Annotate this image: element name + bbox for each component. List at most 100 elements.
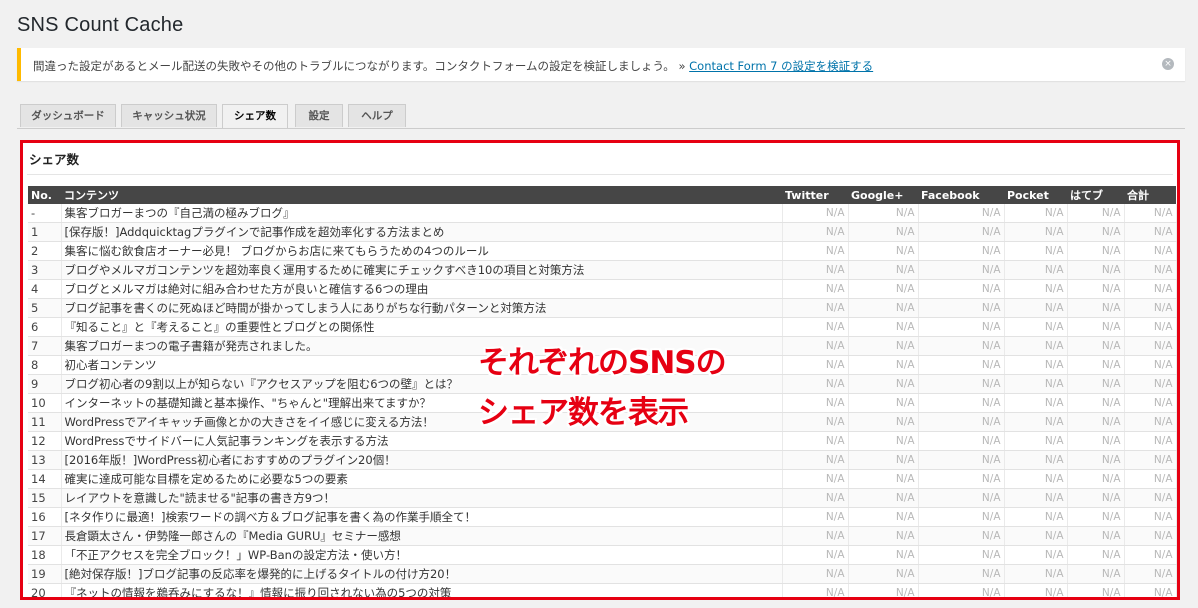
cell-twitter: N/A xyxy=(782,241,849,261)
row-content-title: レイアウトを意識した"読ませる"記事の書き方9つ！ xyxy=(61,488,783,508)
cell-pocket: N/A xyxy=(1004,279,1068,299)
notice-text: 間違った設定があるとメール配送の失敗やその他のトラブルにつながります。コンタクト… xyxy=(33,58,873,74)
row-content-title: ブログとメルマガは絶対に組み合わせた方が良いと確信する6つの理由 xyxy=(61,279,783,299)
cell-pocket: N/A xyxy=(1004,412,1068,432)
col-no: No. xyxy=(28,186,61,204)
notice-link[interactable]: Contact Form 7 の設定を検証する xyxy=(689,59,873,73)
cell-facebook: N/A xyxy=(918,222,1005,242)
cell-googleplus: N/A xyxy=(848,317,919,337)
cell-hatebu: N/A xyxy=(1067,450,1125,470)
cell-facebook: N/A xyxy=(918,204,1005,223)
cell-total: N/A xyxy=(1124,412,1177,432)
cell-hatebu: N/A xyxy=(1067,241,1125,261)
table-row: 15 レイアウトを意識した"読ませる"記事の書き方9つ！ N/A N/A N/A N/A N… xyxy=(28,488,1177,508)
cell-hatebu: N/A xyxy=(1067,222,1125,242)
cell-pocket: N/A xyxy=(1004,583,1068,597)
cell-facebook: N/A xyxy=(918,507,1005,527)
cell-googleplus: N/A xyxy=(848,564,919,584)
row-content-title: 長倉顕太さん・伊勢隆一郎さんの『Media GURU』セミナー感想 xyxy=(61,526,783,546)
tab-share-count[interactable]: シェア数 xyxy=(222,104,288,129)
cell-hatebu: N/A xyxy=(1067,583,1125,597)
cell-twitter: N/A xyxy=(782,412,849,432)
cell-googleplus: N/A xyxy=(848,526,919,546)
tab-divider xyxy=(17,128,1185,129)
cell-facebook: N/A xyxy=(918,488,1005,508)
cell-hatebu: N/A xyxy=(1067,526,1125,546)
cell-twitter: N/A xyxy=(782,526,849,546)
cell-facebook: N/A xyxy=(918,469,1005,489)
row-content-title: 『知ること』と『考えること』の重要性とブログとの関係性 xyxy=(61,317,783,337)
cell-twitter: N/A xyxy=(782,317,849,337)
table-row: 2 集客に悩む飲食店オーナー必見！ ブログからお店に来てもらうための4つのルール N… xyxy=(28,241,1177,261)
cell-total: N/A xyxy=(1124,545,1177,565)
row-content-title: [絶対保存版！]ブログ記事の反応率を爆発的に上げるタイトルの付け方20！ xyxy=(61,564,783,584)
cell-googleplus: N/A xyxy=(848,583,919,597)
col-hatebu: はてブ xyxy=(1067,186,1124,204)
row-number: 10 xyxy=(28,393,62,413)
tab-settings[interactable]: 設定 xyxy=(295,104,343,127)
cell-googleplus: N/A xyxy=(848,431,919,451)
cell-total: N/A xyxy=(1124,279,1177,299)
cell-twitter: N/A xyxy=(782,431,849,451)
row-number: 7 xyxy=(28,336,62,356)
cell-googleplus: N/A xyxy=(848,469,919,489)
row-content-title: 『ネットの情報を鵜呑みにするな！』情報に振り回されない為の5つの対策 xyxy=(61,583,783,597)
annotation-line-1: それぞれのSNSの xyxy=(478,345,727,381)
tab-cache-status[interactable]: キャッシュ状況 xyxy=(121,104,217,127)
cell-total: N/A xyxy=(1124,488,1177,508)
cell-pocket: N/A xyxy=(1004,488,1068,508)
col-googleplus: Google+ xyxy=(848,186,918,204)
row-number: 8 xyxy=(28,355,62,375)
dismiss-icon[interactable]: × xyxy=(1162,58,1174,70)
cell-twitter: N/A xyxy=(782,298,849,318)
cell-hatebu: N/A xyxy=(1067,412,1125,432)
col-total: 合計 xyxy=(1124,186,1176,204)
cell-total: N/A xyxy=(1124,336,1177,356)
cell-hatebu: N/A xyxy=(1067,374,1125,394)
cell-facebook: N/A xyxy=(918,431,1005,451)
col-content: コンテンツ xyxy=(61,186,782,204)
table-row: 13 [2016年版！]WordPress初心者におすすめのプラグイン20個！ N/… xyxy=(28,450,1177,470)
cell-googleplus: N/A xyxy=(848,507,919,527)
cell-facebook: N/A xyxy=(918,355,1005,375)
cell-total: N/A xyxy=(1124,374,1177,394)
cell-total: N/A xyxy=(1124,450,1177,470)
row-number: 11 xyxy=(28,412,62,432)
row-number: 1 xyxy=(28,222,62,242)
cell-googleplus: N/A xyxy=(848,355,919,375)
cell-googleplus: N/A xyxy=(848,374,919,394)
panel-title: シェア数 xyxy=(29,152,80,167)
row-number: 5 xyxy=(28,298,62,318)
cell-hatebu: N/A xyxy=(1067,279,1125,299)
cell-total: N/A xyxy=(1124,260,1177,280)
cell-hatebu: N/A xyxy=(1067,355,1125,375)
cell-facebook: N/A xyxy=(918,393,1005,413)
row-content-title: 集客ブロガーまつの『自己満の極みブログ』 xyxy=(61,204,783,223)
row-number: 19 xyxy=(28,564,62,584)
cell-pocket: N/A xyxy=(1004,393,1068,413)
cell-googleplus: N/A xyxy=(848,298,919,318)
cell-total: N/A xyxy=(1124,564,1177,584)
cell-total: N/A xyxy=(1124,431,1177,451)
cell-pocket: N/A xyxy=(1004,260,1068,280)
cell-facebook: N/A xyxy=(918,545,1005,565)
tab-dashboard[interactable]: ダッシュボード xyxy=(20,104,116,127)
cell-pocket: N/A xyxy=(1004,355,1068,375)
cell-hatebu: N/A xyxy=(1067,488,1125,508)
cell-total: N/A xyxy=(1124,355,1177,375)
row-number: 2 xyxy=(28,241,62,261)
table-row: 14 確実に達成可能な目標を定めるために必要な5つの要素 N/A N/A N/A N/A N… xyxy=(28,469,1177,489)
row-content-title: 確実に達成可能な目標を定めるために必要な5つの要素 xyxy=(61,469,783,489)
cell-pocket: N/A xyxy=(1004,204,1068,223)
cell-pocket: N/A xyxy=(1004,222,1068,242)
table-row: 17 長倉顕太さん・伊勢隆一郎さんの『Media GURU』セミナー感想 N/A N/… xyxy=(28,526,1177,546)
cell-facebook: N/A xyxy=(918,583,1005,597)
tab-help[interactable]: ヘルプ xyxy=(348,104,406,127)
cell-total: N/A xyxy=(1124,583,1177,597)
col-facebook: Facebook xyxy=(918,186,1004,204)
cell-facebook: N/A xyxy=(918,374,1005,394)
row-number: 13 xyxy=(28,450,62,470)
cell-twitter: N/A xyxy=(782,545,849,565)
cell-hatebu: N/A xyxy=(1067,260,1125,280)
row-number: - xyxy=(28,204,62,223)
